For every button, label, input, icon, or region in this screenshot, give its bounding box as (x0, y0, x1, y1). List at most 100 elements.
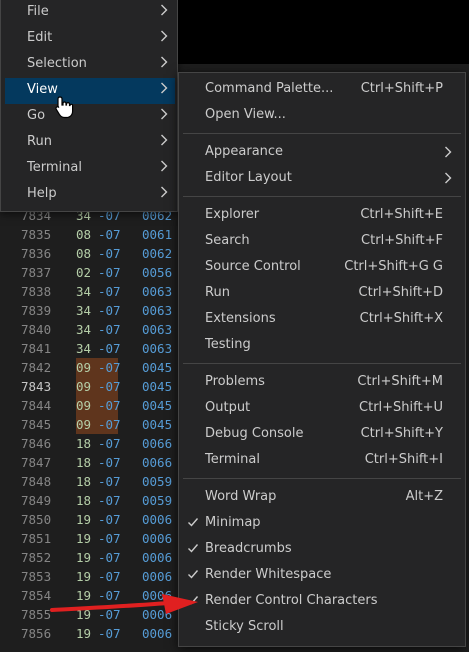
view-menu-item-source-control[interactable]: Source Control Ctrl+Shift+G G (183, 255, 461, 281)
code-value: 0063 (142, 341, 173, 356)
code-fragment: 18 (76, 493, 92, 508)
line-number: 7843 (21, 379, 52, 394)
menu-item-help[interactable]: Help (5, 182, 175, 208)
view-menu-item-editor-layout[interactable]: Editor Layout (183, 166, 461, 192)
code-fragment: 09 (76, 360, 92, 375)
code-value: 0006 (142, 569, 173, 584)
code-value: 0061 (142, 227, 173, 242)
view-menu-item-terminal[interactable]: Terminal Ctrl+Shift+I (183, 448, 461, 474)
line-number: 7844 (21, 398, 52, 413)
view-menu-item-debug-console[interactable]: Debug Console Ctrl+Shift+Y (183, 422, 461, 448)
checkmark-icon (188, 518, 199, 527)
chevron-right-icon (161, 30, 168, 42)
view-menu-item-sticky-scroll[interactable]: Sticky Scroll (183, 615, 461, 641)
code-offset: -07 (98, 379, 121, 394)
view-menu-item-label: Testing (205, 337, 251, 352)
view-menu-item-render-control-characters[interactable]: Render Control Characters (183, 589, 461, 615)
chevron-right-icon (161, 108, 168, 120)
keyboard-shortcut: Ctrl+Shift+D (358, 285, 443, 300)
line-number: 7848 (21, 474, 52, 489)
code-value: 0066 (142, 436, 173, 451)
checkmark-icon (188, 570, 199, 579)
code-fragment: 09 (76, 398, 92, 413)
code-offset: -07 (98, 360, 121, 375)
view-menu-item-label: Minimap (205, 515, 261, 530)
code-fragment: 18 (76, 436, 92, 451)
code-offset: -07 (98, 398, 121, 413)
menu-item-terminal[interactable]: Terminal (5, 156, 175, 182)
code-fragment: 34 (76, 284, 92, 299)
keyboard-shortcut: Ctrl+Shift+G G (344, 259, 443, 274)
menu-item-view[interactable]: View (5, 78, 175, 104)
code-value: 0006 (142, 550, 173, 565)
code-offset: -07 (98, 512, 121, 527)
menu-item-label: Terminal (27, 160, 82, 175)
code-value: 0045 (142, 360, 173, 375)
view-menu-item-command-palette[interactable]: Command Palette... Ctrl+Shift+P (183, 77, 461, 103)
view-menu-item-output[interactable]: Output Ctrl+Shift+U (183, 396, 461, 422)
view-menu-item-open-view[interactable]: Open View... (183, 103, 461, 129)
view-menu-item-render-whitespace[interactable]: Render Whitespace (183, 563, 461, 589)
view-menu-item-label: Problems (205, 374, 265, 389)
view-menu-item-label: Command Palette... (205, 81, 334, 96)
chevron-right-icon (445, 172, 452, 184)
view-menu-item-run[interactable]: Run Ctrl+Shift+D (183, 281, 461, 307)
view-menu-item-label: Source Control (205, 259, 301, 274)
code-value: 0059 (142, 493, 173, 508)
code-offset: -07 (98, 455, 121, 470)
keyboard-shortcut: Ctrl+Shift+X (359, 311, 443, 326)
code-offset: -07 (98, 417, 121, 432)
view-menu-item-minimap[interactable]: Minimap (183, 511, 461, 537)
line-number: 7853 (21, 569, 52, 584)
view-menu-item-label: Word Wrap (205, 489, 277, 504)
view-menu-item-testing[interactable]: Testing (183, 333, 461, 359)
checkmark-icon (188, 544, 199, 553)
menu-item-edit[interactable]: Edit (5, 26, 175, 52)
view-menu-item-appearance[interactable]: Appearance (183, 140, 461, 166)
keyboard-shortcut: Ctrl+Shift+E (360, 207, 443, 222)
menu-item-run[interactable]: Run (5, 130, 175, 156)
menu-item-go[interactable]: Go (5, 104, 175, 130)
code-value: 0006 (142, 531, 173, 546)
view-menu-item-extensions[interactable]: Extensions Ctrl+Shift+X (183, 307, 461, 333)
code-value: 0063 (142, 303, 173, 318)
view-menu-item-label: Run (205, 285, 230, 300)
code-fragment: 34 (76, 322, 92, 337)
view-menu-item-label: Terminal (205, 452, 260, 467)
code-offset: -07 (98, 341, 121, 356)
line-number: 7846 (21, 436, 52, 451)
view-menu-item-label: Explorer (205, 207, 260, 222)
code-value: 0045 (142, 398, 173, 413)
line-number: 7842 (21, 360, 52, 375)
view-menu-item-breadcrumbs[interactable]: Breadcrumbs (183, 537, 461, 563)
view-menu-item-problems[interactable]: Problems Ctrl+Shift+M (183, 370, 461, 396)
line-number: 7836 (21, 246, 52, 261)
menu-item-label: Go (27, 108, 46, 123)
code-value: 0063 (142, 284, 173, 299)
line-number: 7851 (21, 531, 52, 546)
code-value: 0063 (142, 322, 173, 337)
menu-item-selection[interactable]: Selection (5, 52, 175, 78)
view-menu-item-search[interactable]: Search Ctrl+Shift+F (183, 229, 461, 255)
menu-item-file[interactable]: File (5, 0, 175, 26)
code-offset: -07 (98, 550, 121, 565)
menu-item-label: Run (27, 134, 52, 149)
code-offset: -07 (98, 265, 121, 280)
line-number: 7849 (21, 493, 52, 508)
chevron-right-icon (161, 160, 168, 172)
code-offset: -07 (98, 322, 121, 337)
code-offset: -07 (98, 531, 121, 546)
menu-separator (183, 196, 461, 197)
chevron-right-icon (161, 134, 168, 146)
view-menu-item-label: Open View... (205, 107, 286, 122)
view-menu-item-explorer[interactable]: Explorer Ctrl+Shift+E (183, 203, 461, 229)
code-fragment: 02 (76, 265, 92, 280)
code-offset: -07 (98, 474, 121, 489)
code-offset: -07 (98, 626, 121, 641)
line-number: 7835 (21, 227, 52, 242)
keyboard-shortcut: Ctrl+Shift+P (360, 81, 443, 96)
view-menu-item-word-wrap[interactable]: Word Wrap Alt+Z (183, 485, 461, 511)
menu-item-label: Selection (27, 56, 87, 71)
line-number: 7837 (21, 265, 52, 280)
line-number: 7839 (21, 303, 52, 318)
